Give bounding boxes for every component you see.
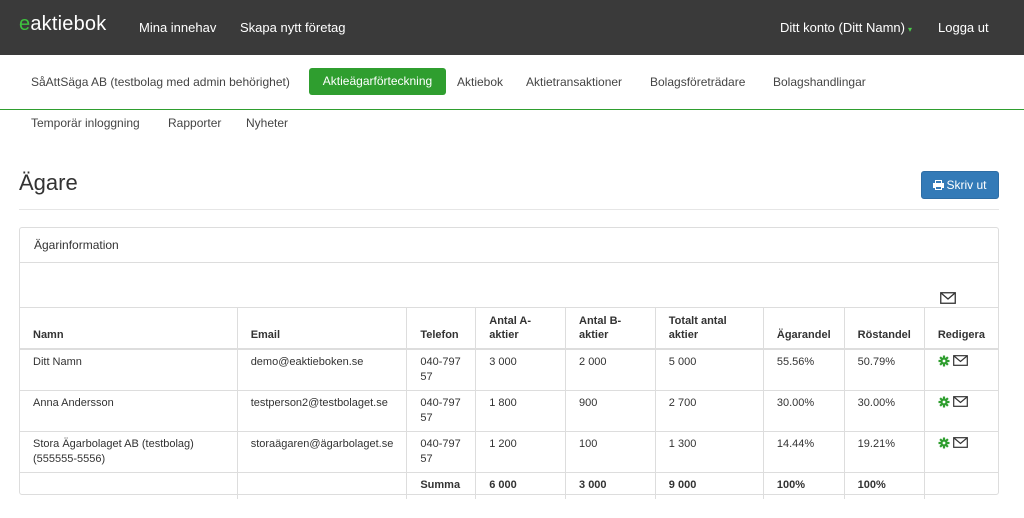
tab-temporar-inloggning[interactable]: Temporär inloggning: [31, 116, 140, 130]
cell-empty: [236, 472, 407, 499]
col-rostandel: Röstandel: [843, 307, 925, 350]
table-row: Ditt Namn demo@eaktieboken.se 040-797 57…: [20, 348, 998, 391]
cell-empty: [923, 472, 998, 499]
cell-redigera: [923, 431, 998, 473]
tab-nyheter[interactable]: Nyheter: [246, 116, 288, 130]
cell-telefon: 040-797 57: [406, 431, 476, 473]
envelope-icon[interactable]: [953, 355, 968, 371]
gear-icon[interactable]: [938, 355, 950, 372]
cell-redigera: [923, 390, 998, 432]
sum-totalt: 9 000: [654, 472, 764, 499]
cell-agarandel: 30.00%: [762, 390, 845, 432]
cell-namn: Ditt Namn: [20, 348, 238, 391]
tab-aktieagarforteckning[interactable]: Aktieägarförteckning: [309, 68, 446, 95]
account-menu[interactable]: Ditt konto (Ditt Namn) ▾: [780, 20, 912, 35]
gear-icon[interactable]: [938, 396, 950, 413]
col-telefon: Telefon: [406, 307, 476, 350]
cell-rostandel: 19.21%: [843, 431, 925, 473]
cell-redigera: [923, 348, 998, 391]
cell-antal-b: 100: [565, 431, 656, 473]
logout-link[interactable]: Logga ut: [938, 20, 989, 35]
cell-namn: Anna Andersson: [20, 390, 238, 432]
account-label: Ditt konto (Ditt Namn): [780, 20, 905, 35]
cell-antal-a: 1 200: [475, 431, 566, 473]
sum-antal-a: 6 000: [475, 472, 566, 499]
col-namn: Namn: [20, 307, 238, 350]
cell-rostandel: 30.00%: [843, 390, 925, 432]
cell-totalt: 1 300: [654, 431, 764, 473]
col-antal-a: Antal A-aktier: [475, 307, 566, 350]
col-redigera: Redigera: [923, 307, 998, 350]
sum-label: Summa: [406, 472, 476, 499]
nav-skapa-nytt-foretag[interactable]: Skapa nytt företag: [240, 20, 346, 35]
table-header-row: Namn Email Telefon Antal A-aktier Antal …: [20, 307, 998, 350]
tab-bolagshandlingar[interactable]: Bolagshandlingar: [773, 75, 866, 89]
cell-rostandel: 50.79%: [843, 348, 925, 391]
cell-antal-b: 900: [565, 390, 656, 432]
sum-agarandel: 100%: [762, 472, 845, 499]
cell-namn: Stora Ägarbolaget AB (testbolag) (555555…: [20, 431, 238, 473]
cell-empty: [20, 472, 237, 499]
cell-antal-a: 1 800: [475, 390, 566, 432]
sum-rostandel: 100%: [843, 472, 925, 499]
cell-totalt: 2 700: [654, 390, 764, 432]
sum-antal-b: 3 000: [565, 472, 656, 499]
tab-aktietransaktioner[interactable]: Aktietransaktioner: [526, 75, 622, 89]
cell-telefon: 040-797 57: [406, 348, 476, 391]
gear-icon[interactable]: [938, 437, 950, 454]
col-agarandel: Ägarandel: [762, 307, 845, 350]
print-button[interactable]: Skriv ut: [921, 171, 999, 199]
cell-telefon: 040-797 57: [406, 390, 476, 432]
page-title: Ägare: [19, 170, 78, 195]
envelope-icon[interactable]: [953, 396, 968, 412]
company-subnav: SåAttSäga AB (testbolag med admin behöri…: [0, 55, 1024, 110]
print-icon: [933, 180, 945, 190]
envelope-icon[interactable]: [940, 292, 956, 307]
col-email: Email: [236, 307, 407, 350]
tab-bolagsforetradare[interactable]: Bolagsföreträdare: [650, 75, 745, 89]
cell-agarandel: 55.56%: [762, 348, 845, 391]
cell-email: demo@eaktieboken.se: [236, 348, 407, 391]
logo[interactable]: eaktiebok: [19, 13, 106, 36]
owner-table: Namn Email Telefon Antal A-aktier Antal …: [20, 307, 998, 499]
cell-agarandel: 14.44%: [762, 431, 845, 473]
table-row: Stora Ägarbolaget AB (testbolag) (555555…: [20, 431, 998, 473]
subnav-company[interactable]: SåAttSäga AB (testbolag med admin behöri…: [31, 75, 290, 89]
envelope-icon[interactable]: [953, 437, 968, 453]
col-antal-b: Antal B-aktier: [565, 307, 656, 350]
sum-row: Summa 6 000 3 000 9 000 100% 100%: [20, 472, 998, 499]
print-label: Skriv ut: [946, 178, 987, 192]
owner-panel: Ägarinformation Namn Email Telefon Antal…: [19, 227, 999, 499]
cell-totalt: 5 000: [654, 348, 764, 391]
logo-e: e: [19, 13, 31, 35]
panel-heading: Ägarinformation: [20, 228, 998, 263]
nav-mina-innehav[interactable]: Mina innehav: [139, 20, 216, 35]
cell-email: storaägaren@ägarbolaget.se: [236, 431, 407, 473]
tab-aktiebok[interactable]: Aktiebok: [457, 75, 503, 89]
caret-down-icon: ▾: [907, 25, 912, 34]
table-row: Anna Andersson testperson2@testbolaget.s…: [20, 390, 998, 432]
col-totalt: Totalt antal aktier: [654, 307, 764, 350]
logo-text: aktiebok: [30, 13, 107, 35]
cell-antal-b: 2 000: [565, 348, 656, 391]
cell-email: testperson2@testbolaget.se: [236, 390, 407, 432]
top-navbar: eaktiebok Mina innehav Skapa nytt företa…: [0, 0, 1024, 55]
title-divider: [19, 209, 999, 210]
cell-antal-a: 3 000: [475, 348, 566, 391]
tab-rapporter[interactable]: Rapporter: [168, 116, 221, 130]
